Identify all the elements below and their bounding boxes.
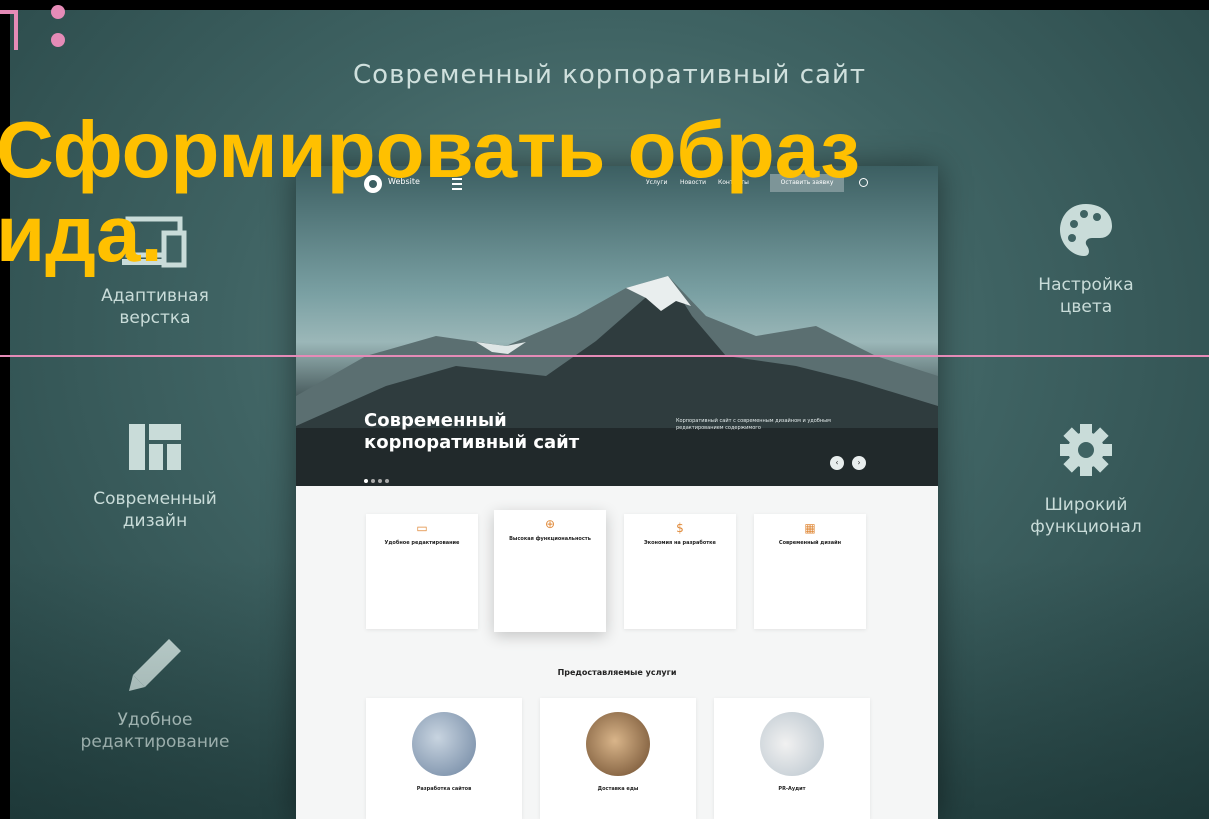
feature-functional: Широкий функционал <box>986 420 1186 538</box>
card-title: Современный дизайн <box>778 540 842 546</box>
card-title: Экономия на разработке <box>644 540 716 546</box>
feature-card: ⊕ Высокая функциональность <box>494 510 606 632</box>
service-card[interactable]: Разработка сайтов <box>366 698 522 819</box>
services-title: Предоставляемые услуги <box>557 668 677 677</box>
feature-label: верстка <box>119 308 191 328</box>
pencil-icon <box>129 639 181 691</box>
layout-icon <box>129 424 181 470</box>
feature-card: $ Экономия на разработке <box>624 514 736 629</box>
hero-title-line: Современный <box>364 410 507 431</box>
corner-ornament <box>0 5 65 50</box>
palette-icon <box>1060 204 1112 256</box>
card-icon: $ <box>676 521 684 535</box>
service-title: Доставка еды <box>597 786 639 792</box>
hero-title-line: корпоративный сайт <box>364 432 580 453</box>
feature-label: цвета <box>1059 297 1113 317</box>
service-title: Разработка сайтов <box>416 786 472 792</box>
headline-line: Сформировать образ <box>0 105 861 194</box>
service-image <box>760 712 824 776</box>
feature-label: Широкий <box>1044 495 1128 515</box>
card-title: Удобное редактирование <box>384 540 460 546</box>
feature-label: Современный <box>93 489 217 509</box>
service-title: PR-Аудит <box>778 786 806 792</box>
service-image <box>586 712 650 776</box>
service-card[interactable]: PR-Аудит <box>714 698 870 819</box>
feature-label: Настройка <box>1038 275 1134 295</box>
service-card[interactable]: Доставка еды <box>540 698 696 819</box>
search-icon[interactable] <box>859 178 868 187</box>
next-arrow-icon[interactable]: › <box>852 456 866 470</box>
divider-line <box>0 355 1209 357</box>
headline-line: ида. <box>0 189 163 278</box>
feature-label: функционал <box>1030 517 1142 537</box>
feature-editing: Удобное редактирование <box>55 635 255 753</box>
card-icon: ⊕ <box>544 517 556 531</box>
slide-headline: Сформировать образ ида. <box>0 108 860 276</box>
gear-icon <box>1060 424 1112 476</box>
feature-label: Удобное <box>117 710 193 730</box>
card-icon: ▭ <box>416 521 428 535</box>
hero-title: Современный корпоративный сайт <box>364 410 604 454</box>
feature-label: Адаптивная <box>101 286 209 306</box>
card-title: Высокая функциональность <box>509 536 591 542</box>
slider-dots[interactable] <box>364 468 392 486</box>
card-icon: ▦ <box>804 521 816 535</box>
feature-card: ▭ Удобное редактирование <box>366 514 478 629</box>
feature-label: редактирование <box>80 732 230 752</box>
prev-arrow-icon[interactable]: ‹ <box>830 456 844 470</box>
hero-description: Корпоративный сайт с современным дизайно… <box>676 418 831 431</box>
feature-color: Настройка цвета <box>986 200 1186 318</box>
feature-label: дизайн <box>122 511 188 531</box>
service-image <box>412 712 476 776</box>
feature-design: Современный дизайн <box>55 420 255 532</box>
feature-card: ▦ Современный дизайн <box>754 514 866 629</box>
top-title: Современный корпоративный сайт <box>353 60 866 90</box>
